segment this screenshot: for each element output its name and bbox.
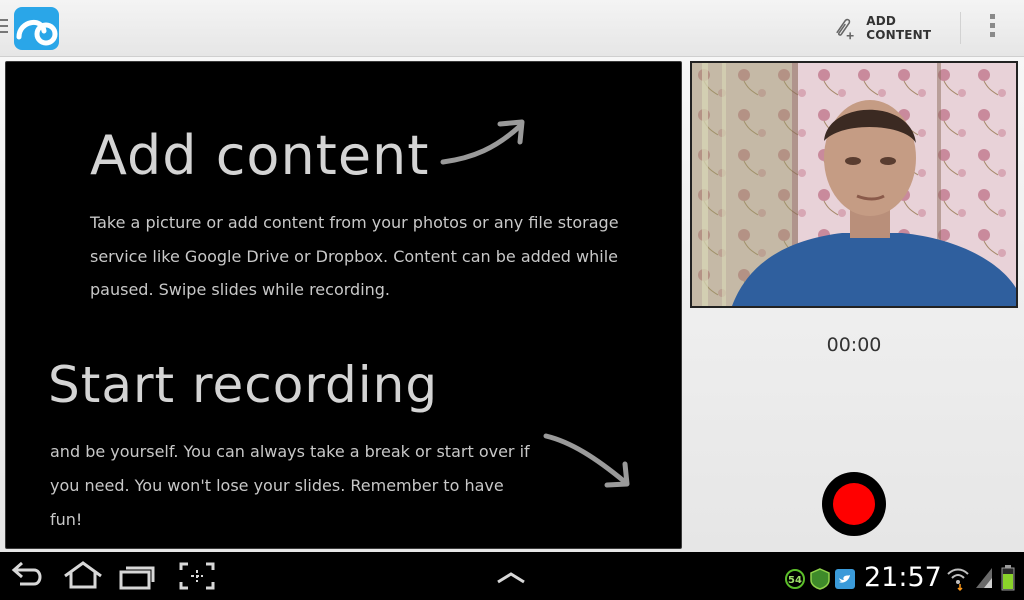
camera-preview[interactable]: [690, 61, 1018, 308]
screenshot-icon[interactable]: [178, 560, 216, 592]
home-icon[interactable]: [62, 560, 104, 592]
slide-paragraph-start-recording: and be yourself. You can always take a b…: [50, 442, 530, 529]
record-icon: [833, 483, 875, 525]
recent-apps-icon[interactable]: [118, 560, 158, 592]
record-button[interactable]: [822, 472, 886, 536]
recording-timer: 00:00: [826, 334, 882, 356]
app-logo-icon[interactable]: [14, 7, 59, 50]
arrow-up-right-icon: [440, 119, 525, 165]
signal-icon: [976, 568, 992, 588]
actionbar-divider: [960, 12, 961, 44]
chevron-up-icon[interactable]: [494, 560, 528, 592]
wifi-icon: [947, 568, 969, 592]
slide-paragraph-add-content: Take a picture or add content from your …: [90, 213, 619, 299]
arrow-down-right-icon: [543, 433, 630, 488]
system-bar: 54 21:57: [0, 552, 1024, 600]
slide-canvas[interactable]: Add content Take a picture or add conten…: [5, 61, 682, 549]
twitter-icon[interactable]: [835, 569, 855, 589]
paperclip-plus-icon: [836, 18, 854, 40]
system-clock: 21:57: [864, 562, 942, 593]
overflow-menu-icon[interactable]: [984, 14, 1000, 42]
battery-icon: [1001, 565, 1015, 591]
drawer-indicator-icon[interactable]: [0, 19, 8, 37]
add-content-button[interactable]: ADD CONTENT: [832, 12, 952, 44]
back-icon[interactable]: [8, 560, 46, 592]
shield-app-icon[interactable]: [810, 568, 830, 590]
add-content-label: ADD CONTENT: [866, 14, 932, 42]
slide-heading-start-recording: Start recording: [48, 356, 439, 414]
notification-badge[interactable]: 54: [785, 569, 805, 589]
action-bar: ADD CONTENT: [0, 0, 1024, 57]
slide-heading-add-content: Add content: [90, 124, 430, 187]
